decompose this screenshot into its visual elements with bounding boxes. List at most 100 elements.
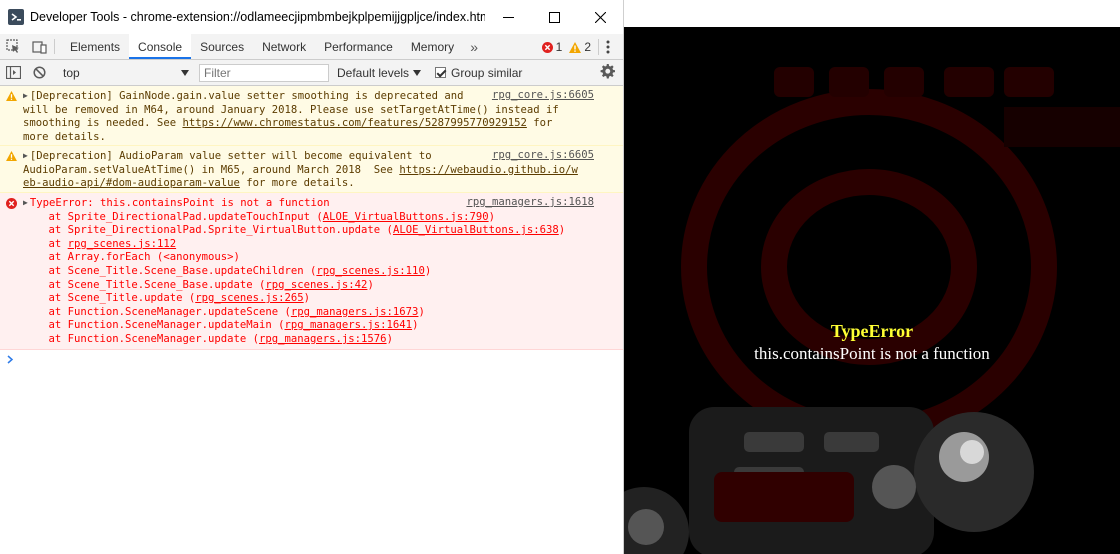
expand-triangle-icon[interactable]: ▶ <box>23 91 28 100</box>
game-error-title: TypeError <box>830 321 914 341</box>
warning-text-line: smoothing is needed. See <box>23 117 183 130</box>
expand-triangle-icon[interactable]: ▶ <box>23 151 28 160</box>
stack-frame-source-link[interactable]: ALOE_VirtualButtons.js:790 <box>323 211 489 223</box>
game-canvas[interactable]: TypeError this.containsPoint is not a fu… <box>624 0 1120 554</box>
tab-console[interactable]: Console <box>129 34 192 59</box>
console-settings-gear-icon[interactable] <box>600 64 615 79</box>
stack-frame-tail: ) <box>386 332 393 345</box>
filter-input[interactable] <box>199 63 329 82</box>
stack-frame-text: at Sprite_DirectionalPad.Sprite_VirtualB… <box>23 224 393 237</box>
stack-frame-line: at Sprite_DirectionalPad.updateTouchInpu… <box>23 211 599 225</box>
stack-frame-source-link[interactable]: ALOE_VirtualButtons.js:638 <box>393 224 559 236</box>
source-link[interactable]: rpg_managers.js:1618 <box>466 196 594 210</box>
stack-frame-tail: ) <box>418 305 425 318</box>
prompt-chevron-icon <box>7 355 14 364</box>
tab-memory[interactable]: Memory <box>402 34 463 59</box>
warning-count: 2 <box>584 40 591 54</box>
stack-frame-source-link[interactable]: rpg_scenes.js:110 <box>316 265 424 277</box>
panel-tab-bar: Elements Console Sources Network Perform… <box>0 34 623 60</box>
stack-frame-line: at Scene_Title.Scene_Base.update (rpg_sc… <box>23 279 599 293</box>
tab-performance[interactable]: Performance <box>315 34 402 59</box>
stack-frame-line: at Sprite_DirectionalPad.Sprite_VirtualB… <box>23 224 599 238</box>
show-sidebar-button[interactable] <box>0 66 26 79</box>
stack-frame-source-link[interactable]: rpg_managers.js:1673 <box>291 306 419 318</box>
context-value: top <box>63 65 80 80</box>
source-link[interactable]: rpg_core.js:6605 <box>492 89 594 103</box>
device-toolbar-button[interactable] <box>26 34 52 59</box>
source-link[interactable]: rpg_core.js:6605 <box>492 149 594 163</box>
stack-frame-text: at Sprite_DirectionalPad.updateTouchInpu… <box>23 210 323 223</box>
console-warning-message[interactable]: ▶ [Deprecation] AudioParam value setter w… <box>0 146 623 193</box>
tab-elements[interactable]: Elements <box>61 34 129 59</box>
console-toolbar: top Default levels Group similar <box>0 60 623 86</box>
stack-frame-line: at Scene_Title.Scene_Base.updateChildren… <box>23 265 599 279</box>
maximize-icon <box>548 11 560 23</box>
stack-frame-tail: ) <box>367 278 374 291</box>
stack-frame-line: at Scene_Title.update (rpg_scenes.js:265… <box>23 292 599 306</box>
clear-console-icon <box>32 66 46 79</box>
kebab-menu-icon <box>606 40 610 54</box>
console-prompt[interactable] <box>0 350 623 368</box>
warning-icon <box>6 91 17 101</box>
stack-frame-source-link[interactable]: rpg_scenes.js:42 <box>265 279 367 291</box>
stack-frame-source-link[interactable]: rpg_scenes.js:265 <box>195 292 303 304</box>
minimize-button[interactable] <box>485 0 531 34</box>
error-count: 1 <box>555 40 563 54</box>
minimize-icon <box>502 16 514 18</box>
warning-text-line: [Deprecation] GainNode.gain.value setter… <box>29 90 464 102</box>
context-selector[interactable]: top <box>57 63 195 83</box>
device-mode-icon <box>31 41 47 54</box>
stack-frame-source-link[interactable]: rpg_managers.js:1641 <box>285 319 413 331</box>
issue-counters[interactable]: 1 2 <box>541 34 591 60</box>
inspect-element-button[interactable] <box>0 34 26 59</box>
warning-text-line: for <box>526 117 553 130</box>
stack-frame-line: at Function.SceneManager.updateMain (rpg… <box>23 319 599 333</box>
stack-frame-line: at Function.SceneManager.update (rpg_man… <box>23 333 599 347</box>
devtools-app-icon <box>8 9 24 25</box>
expand-triangle-icon[interactable]: ▶ <box>23 198 28 207</box>
group-similar-toggle[interactable]: Group similar <box>435 66 522 80</box>
devtools-window: Developer Tools - chrome-extension://odl… <box>0 0 624 554</box>
more-tabs-chevron-icon[interactable]: » <box>463 34 485 59</box>
stack-frame-tail: ) <box>558 224 566 237</box>
tab-sources[interactable]: Sources <box>191 34 253 59</box>
inspect-cursor-icon <box>5 39 19 53</box>
customize-menu-button[interactable] <box>599 34 617 60</box>
console-warning-message[interactable]: ▶ [Deprecation] GainNode.gain.value sette… <box>0 86 623 146</box>
stack-frame-source-link[interactable]: rpg_scenes.js:112 <box>68 238 176 250</box>
maximize-button[interactable] <box>531 0 577 34</box>
stack-frame-tail: ) <box>412 319 419 332</box>
log-levels-dropdown[interactable]: Default levels <box>337 65 422 80</box>
stack-frame-text: at Scene_Title.Scene_Base.update ( <box>23 278 266 291</box>
game-background <box>624 27 1120 554</box>
stack-frame-text: at Scene_Title.Scene_Base.updateChildren… <box>23 264 317 277</box>
dropdown-triangle-icon <box>181 69 189 76</box>
webaudio-link[interactable]: https://webaudio.github.io/w <box>399 164 578 176</box>
stack-frame-source-link[interactable]: rpg_managers.js:1576 <box>259 333 387 345</box>
stack-frame-text: at Array.forEach (<anonymous>) <box>23 251 240 264</box>
window-title: Developer Tools - chrome-extension://odl… <box>30 10 485 24</box>
game-error-message: this.containsPoint is not a function <box>754 344 990 363</box>
warning-text-line: for more details. <box>239 177 355 190</box>
stack-frame-line: at Array.forEach (<anonymous>) <box>23 251 599 265</box>
tab-network[interactable]: Network <box>253 34 315 59</box>
error-stack-trace: at Sprite_DirectionalPad.updateTouchInpu… <box>23 211 599 347</box>
log-levels-label: Default levels <box>337 65 410 80</box>
stack-frame-line: at Function.SceneManager.updateScene (rp… <box>23 306 599 320</box>
stack-frame-tail: ) <box>424 264 432 277</box>
clear-console-button[interactable] <box>26 66 52 79</box>
stack-frame-text: at <box>23 237 68 250</box>
console-error-message[interactable]: ▶ TypeError: this.containsPoint is not a … <box>0 193 623 350</box>
webaudio-link-continued[interactable]: eb-audio-api/#dom-audioparam-value <box>23 177 240 189</box>
close-icon <box>594 11 606 23</box>
close-window-button[interactable] <box>577 0 623 34</box>
warning-text-line: more details. <box>23 130 106 143</box>
warning-text-line: AudioParam.setValueAtTime() in M65, arou… <box>23 163 400 176</box>
game-title-art <box>624 27 1120 554</box>
console-messages: ▶ [Deprecation] GainNode.gain.value sette… <box>0 86 623 368</box>
warning-text-line: will be removed in M64, around January 2… <box>23 103 559 116</box>
chromestatus-link[interactable]: https://www.chromestatus.com/features/52… <box>182 117 526 129</box>
stack-frame-tail: ) <box>303 292 311 305</box>
group-similar-checkbox[interactable] <box>435 67 447 78</box>
warning-count-icon <box>569 41 582 53</box>
